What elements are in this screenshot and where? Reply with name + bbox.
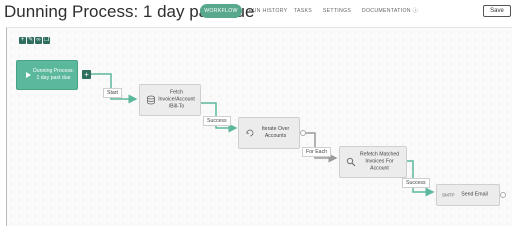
start-node[interactable]: Dunning Process: 1 day past due (16, 60, 78, 90)
node-send-email[interactable]: SMTP Send Email (436, 184, 500, 206)
play-icon (26, 72, 31, 78)
node-label: Fetch Invoice/Account /Bill-To (158, 89, 195, 110)
node-fetch-invoice[interactable]: Fetch Invoice/Account /Bill-To (139, 84, 201, 116)
node-port[interactable] (300, 130, 306, 136)
node-iterate-accounts[interactable]: Iterate Over Accounts (238, 117, 300, 149)
node-label: Send Email (461, 191, 488, 198)
search-icon (346, 157, 356, 167)
node-port[interactable] (500, 192, 506, 198)
edge-label-success: Success (402, 178, 430, 188)
node-label: Iterate Over Accounts (261, 126, 290, 139)
edge-label-for-each: For Each (302, 147, 332, 157)
node-label: Dunning Process: 1 day past due (33, 68, 74, 81)
database-icon (147, 95, 155, 105)
edge-label-start: Start (103, 88, 122, 98)
edge-label-success: Success (203, 116, 231, 126)
loop-icon (246, 129, 254, 137)
node-refetch-invoices[interactable]: Refetch Matched Invoices For Account (339, 146, 407, 178)
node-label: Refetch Matched Invoices For Account (359, 151, 400, 172)
add-step-icon[interactable]: + (82, 70, 91, 79)
